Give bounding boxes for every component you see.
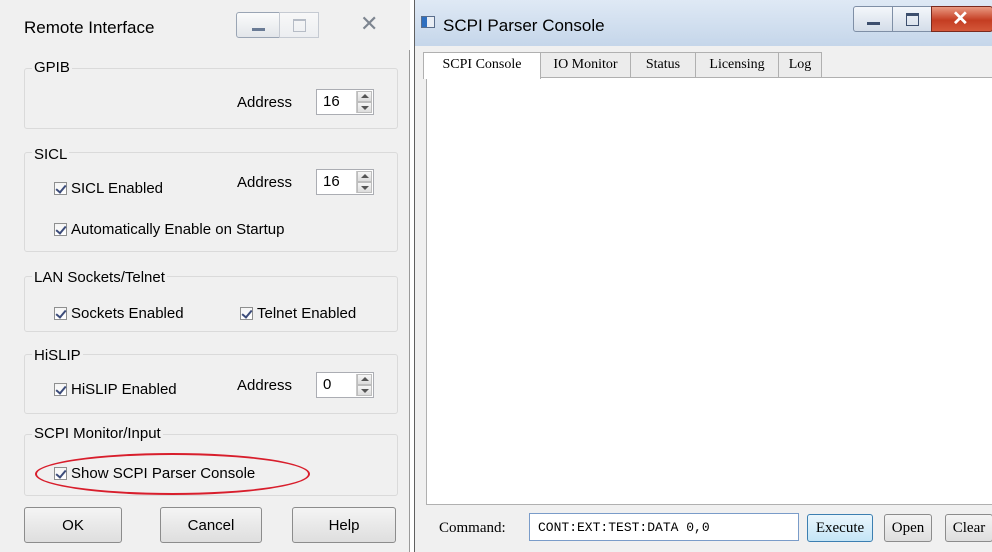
close-icon: ✕ [952, 8, 969, 30]
hislip-address-label: Address [237, 377, 293, 394]
scpi-monitor-group-title: SCPI Monitor/Input [32, 425, 163, 442]
sicl-group-title: SICL [32, 146, 70, 163]
gpib-group-title: GPIB [32, 59, 72, 76]
execute-button[interactable]: Execute [807, 514, 873, 542]
maximize-button[interactable] [279, 12, 319, 38]
ok-button[interactable]: OK [24, 507, 122, 543]
tab-scpi-console[interactable]: SCPI Console [423, 52, 541, 79]
maximize-button[interactable] [892, 6, 932, 32]
sicl-enabled-label: SICL Enabled [71, 180, 164, 197]
help-button[interactable]: Help [292, 507, 396, 543]
sicl-address-value: 16 [323, 173, 340, 190]
spin-down-arrow-icon[interactable] [357, 182, 372, 193]
cancel-button[interactable]: Cancel [160, 507, 262, 543]
gpib-address-label: Address [237, 94, 293, 111]
lan-group-title: LAN Sockets/Telnet [32, 269, 167, 286]
console-output-area[interactable] [426, 77, 992, 505]
tab-status[interactable]: Status [630, 52, 696, 78]
hislip-address-spinner[interactable]: 0 [316, 372, 374, 398]
hislip-address-value: 0 [323, 376, 332, 393]
hislip-enabled-checkbox[interactable] [54, 383, 67, 396]
sicl-address-spinner[interactable]: 16 [316, 169, 374, 195]
window-title: SCPI Parser Console [443, 16, 605, 35]
command-input[interactable] [529, 513, 799, 541]
spin-down-arrow-icon[interactable] [357, 102, 372, 113]
sockets-enabled-checkbox[interactable] [54, 307, 67, 320]
clear-button[interactable]: Clear [945, 514, 992, 542]
app-window-icon [421, 16, 435, 28]
spin-up-arrow-icon[interactable] [357, 91, 372, 102]
close-button[interactable]: ✕ [350, 12, 390, 38]
command-label: Command: [439, 520, 506, 536]
gpib-address-spinner[interactable]: 16 [316, 89, 374, 115]
open-button[interactable]: Open [884, 514, 932, 542]
spin-up-arrow-icon[interactable] [357, 374, 372, 385]
remote-interface-titlebar[interactable]: Remote Interface ✕ [0, 0, 410, 50]
sicl-address-label: Address [237, 174, 293, 191]
window-title: Remote Interface [24, 18, 155, 37]
highlight-ellipse-annotation [35, 453, 310, 495]
auto-enable-checkbox[interactable] [54, 223, 67, 236]
minimize-button[interactable] [853, 6, 893, 32]
hislip-enabled-label: HiSLIP Enabled [71, 381, 177, 398]
close-icon: ✕ [360, 11, 379, 36]
tab-licensing[interactable]: Licensing [695, 52, 779, 78]
telnet-enabled-label: Telnet Enabled [257, 305, 357, 322]
auto-enable-label: Automatically Enable on Startup [71, 221, 285, 238]
scpi-parser-console-window: SCPI Parser Console ✕ SCPI Console IO Mo… [414, 0, 992, 552]
close-button[interactable]: ✕ [931, 6, 992, 32]
hislip-group-title: HiSLIP [32, 347, 83, 364]
sicl-enabled-checkbox[interactable] [54, 182, 67, 195]
gpib-address-value: 16 [323, 93, 340, 110]
remote-interface-window: Remote Interface ✕ GPIB Address 16 SICL … [0, 0, 410, 552]
tab-log[interactable]: Log [778, 52, 822, 78]
tab-io-monitor[interactable]: IO Monitor [540, 52, 631, 78]
scpi-console-titlebar[interactable]: SCPI Parser Console ✕ [415, 0, 992, 46]
sockets-enabled-label: Sockets Enabled [71, 305, 184, 322]
minimize-button[interactable] [236, 12, 280, 38]
spin-down-arrow-icon[interactable] [357, 385, 372, 396]
spin-up-arrow-icon[interactable] [357, 171, 372, 182]
tab-strip: SCPI Console IO Monitor Status Licensing… [423, 52, 992, 79]
telnet-enabled-checkbox[interactable] [240, 307, 253, 320]
